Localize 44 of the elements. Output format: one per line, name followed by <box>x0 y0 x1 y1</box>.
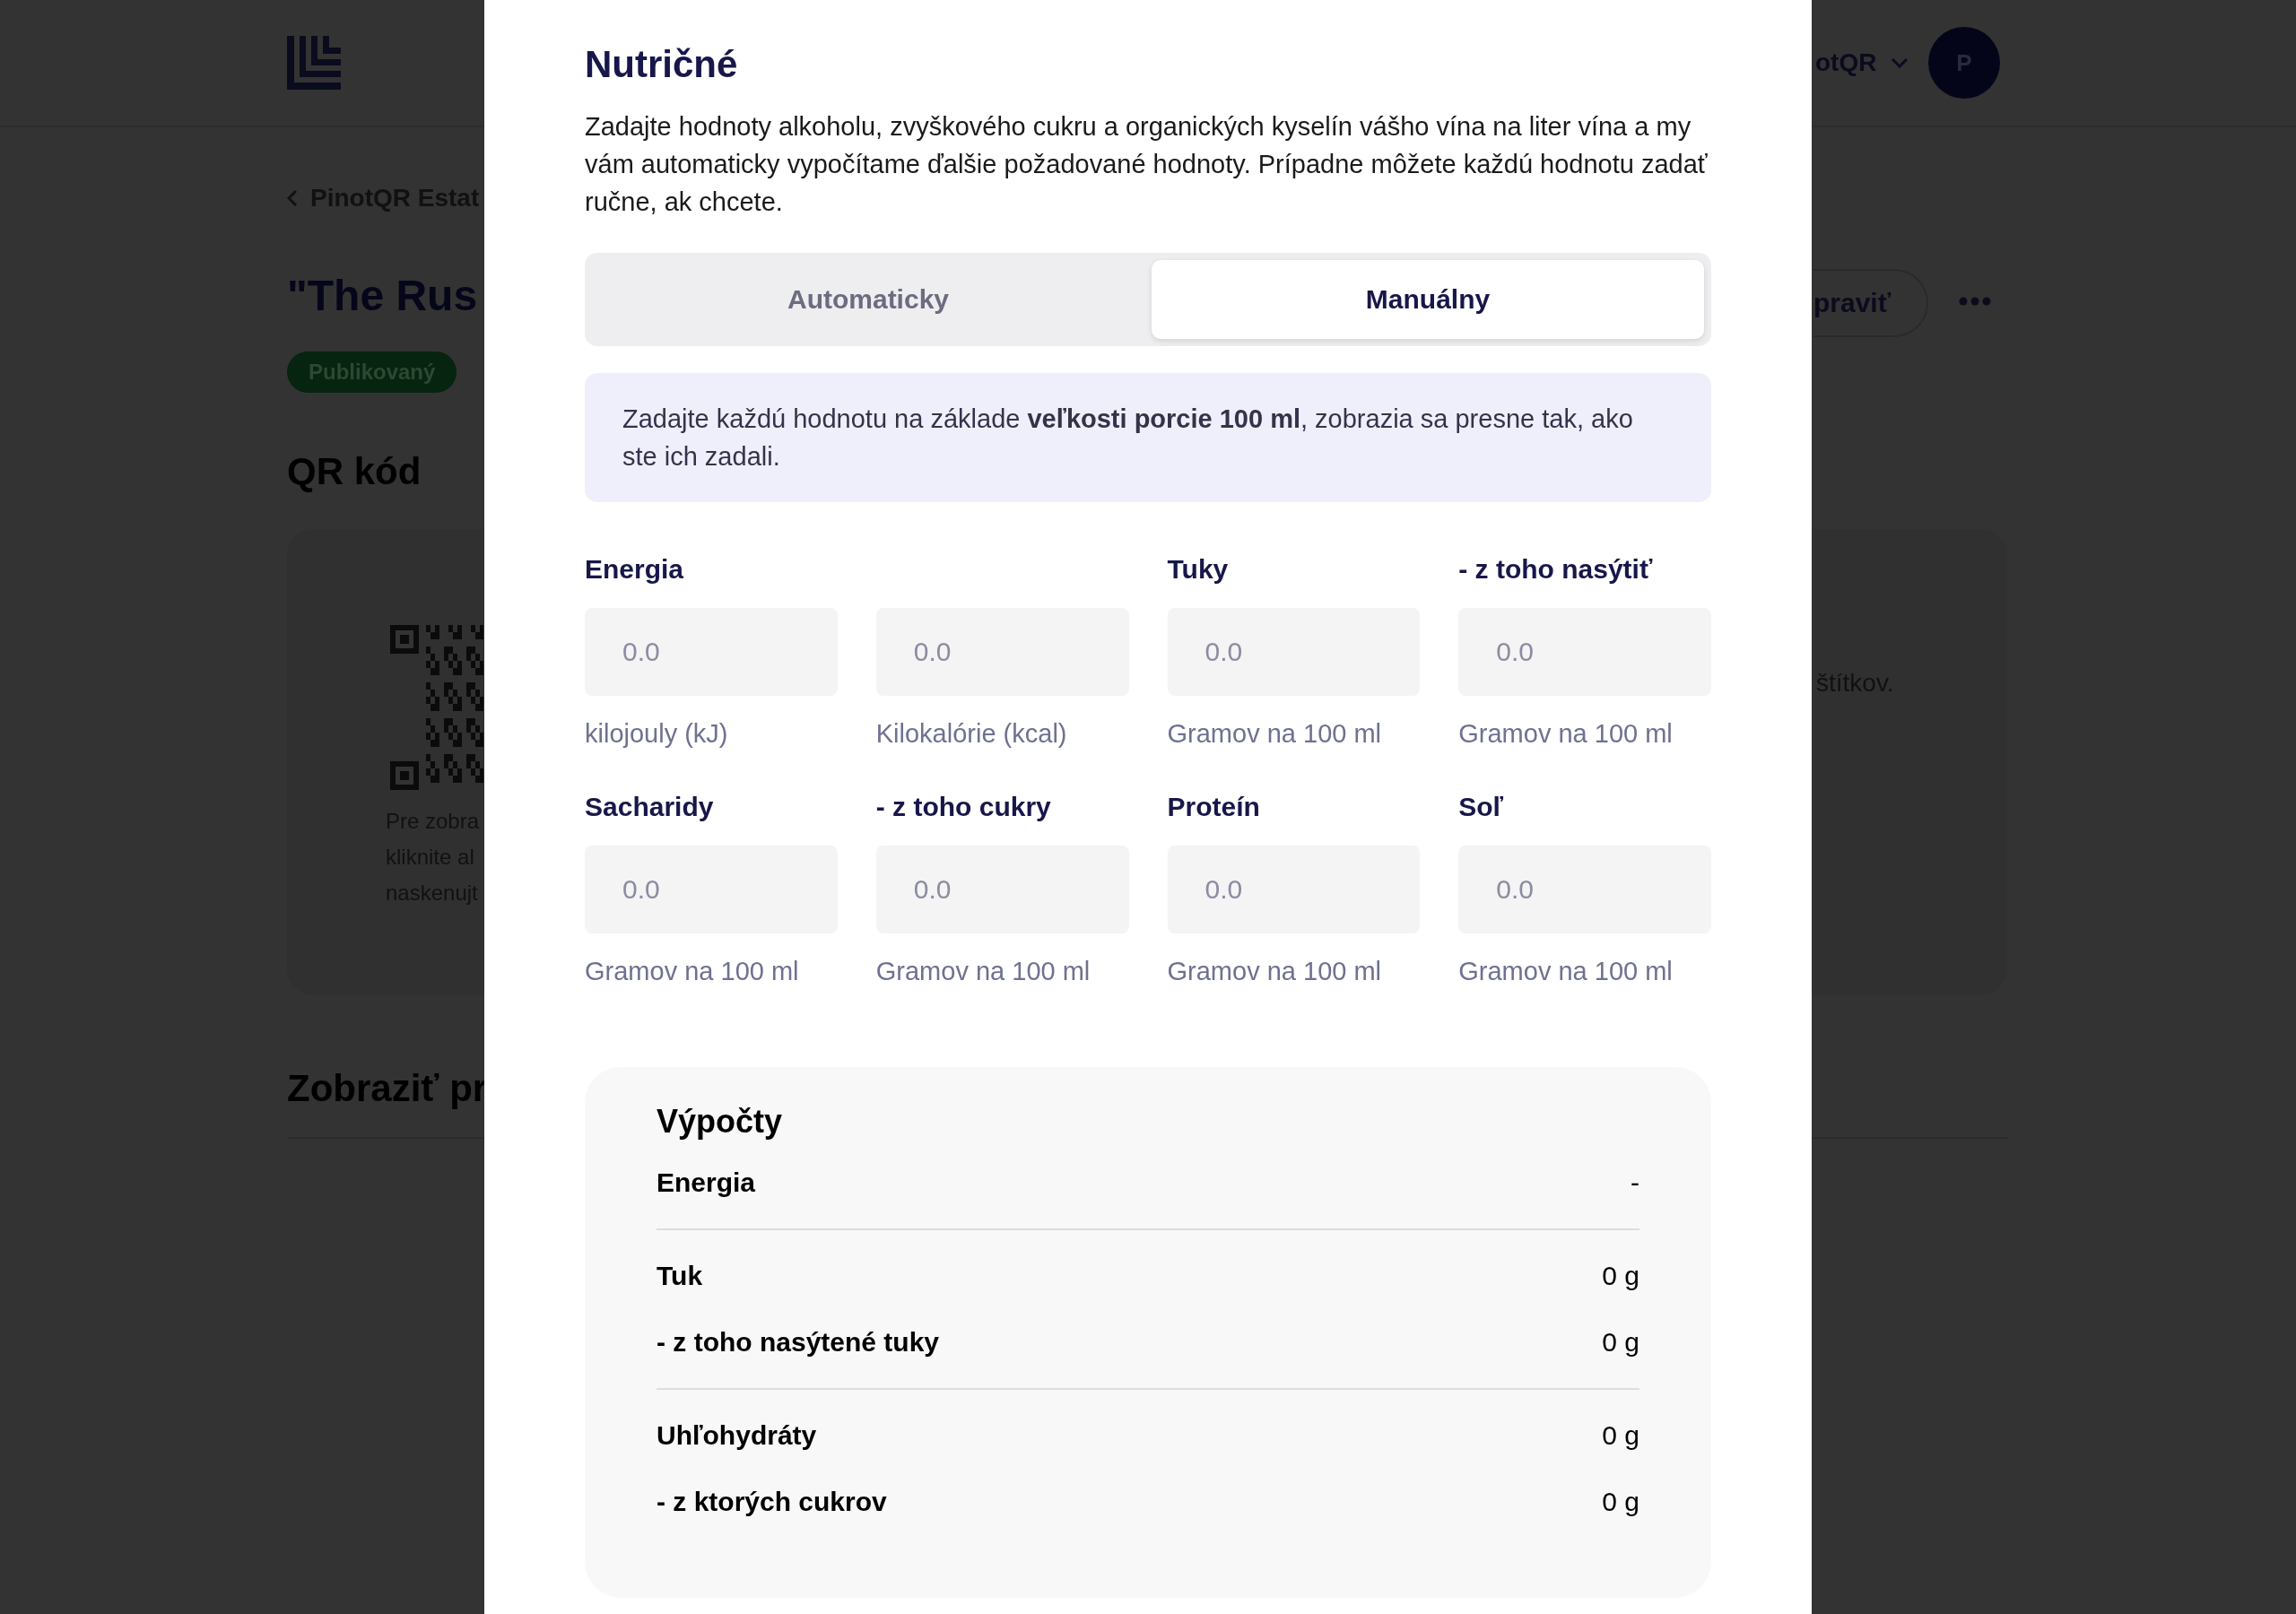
input-field[interactable]: 0.0 <box>875 608 1129 696</box>
field-label: Energia <box>585 554 685 586</box>
qr-code-icon <box>390 625 483 790</box>
nutrient-label: - z ktorých cukrov <box>657 1487 887 1517</box>
field-hint: Gramov na 100 ml <box>875 957 1091 986</box>
nutrient-label: Tuk <box>657 1261 703 1291</box>
input-field[interactable]: 0.0 <box>1167 846 1421 933</box>
field-label: Proteín <box>1167 792 1261 823</box>
nutrient-value: 0 g <box>1602 1487 1639 1517</box>
nutrient-label: - z toho nasýtené tuky <box>657 1327 940 1358</box>
dialog-title: Nutričné <box>585 43 739 86</box>
info-note: Zadajte každú hodnotu na základe veľkosti porcie 100 ml, zobrazia sa presne tak, ako ste ich zadali. <box>585 373 1711 502</box>
field-label: Tuky <box>1167 554 1230 586</box>
field-label: Sacharidy <box>585 792 715 823</box>
nutrient-value: - <box>1631 1167 1639 1198</box>
field-hint: kilojouly (kJ) <box>585 719 729 749</box>
nutrient-label: Energia <box>657 1167 756 1198</box>
nutrient-label: Uhľohydráty <box>657 1420 817 1451</box>
chevron-left-icon[interactable] <box>287 189 298 207</box>
mode-tab[interactable]: Manuálny <box>1152 260 1704 339</box>
field-hint: Gramov na 100 ml <box>1167 719 1383 749</box>
input-field[interactable]: 0.0 <box>1458 846 1711 933</box>
field-hint: Kilokalórie (kcal) <box>875 719 1068 749</box>
input-field[interactable]: 0.0 <box>875 846 1129 933</box>
field-hint: Gramov na 100 ml <box>1167 957 1383 986</box>
input-field[interactable]: 0.0 <box>585 608 838 696</box>
mode-tab[interactable]: Automaticky <box>592 260 1144 339</box>
field-hint: Gramov na 100 ml <box>585 957 800 986</box>
field-hint: Gramov na 100 ml <box>1458 957 1674 986</box>
field-label: - z toho nasýtiť <box>1458 554 1654 586</box>
input-field[interactable]: 0.0 <box>1167 608 1421 696</box>
input-field[interactable]: 0.0 <box>1458 608 1711 696</box>
nutrient-value: 0 g <box>1602 1261 1639 1291</box>
card-title: Výpočty <box>657 1103 784 1141</box>
chevron-down-icon[interactable] <box>1891 57 1909 68</box>
dialog-description: Zadajte hodnoty alkoholu, zvyškového cukru a organických kyselín vášho vína na liter vína a my vám automaticky vypočítame ďalšie požadované hodnoty. Prípadne môžete každú hodnotu zadať ručne, ak chcete. <box>585 111 1709 218</box>
field-label: Soľ <box>1458 792 1505 823</box>
more-options-icon[interactable] <box>1959 297 1991 306</box>
input-field[interactable]: 0.0 <box>585 846 838 933</box>
logo-icon[interactable] <box>287 36 341 90</box>
nutrient-value: 0 g <box>1602 1327 1639 1358</box>
field-hint: Gramov na 100 ml <box>1458 719 1674 749</box>
field-label: - z toho cukry <box>875 792 1052 823</box>
nutrient-value: 0 g <box>1602 1420 1639 1451</box>
